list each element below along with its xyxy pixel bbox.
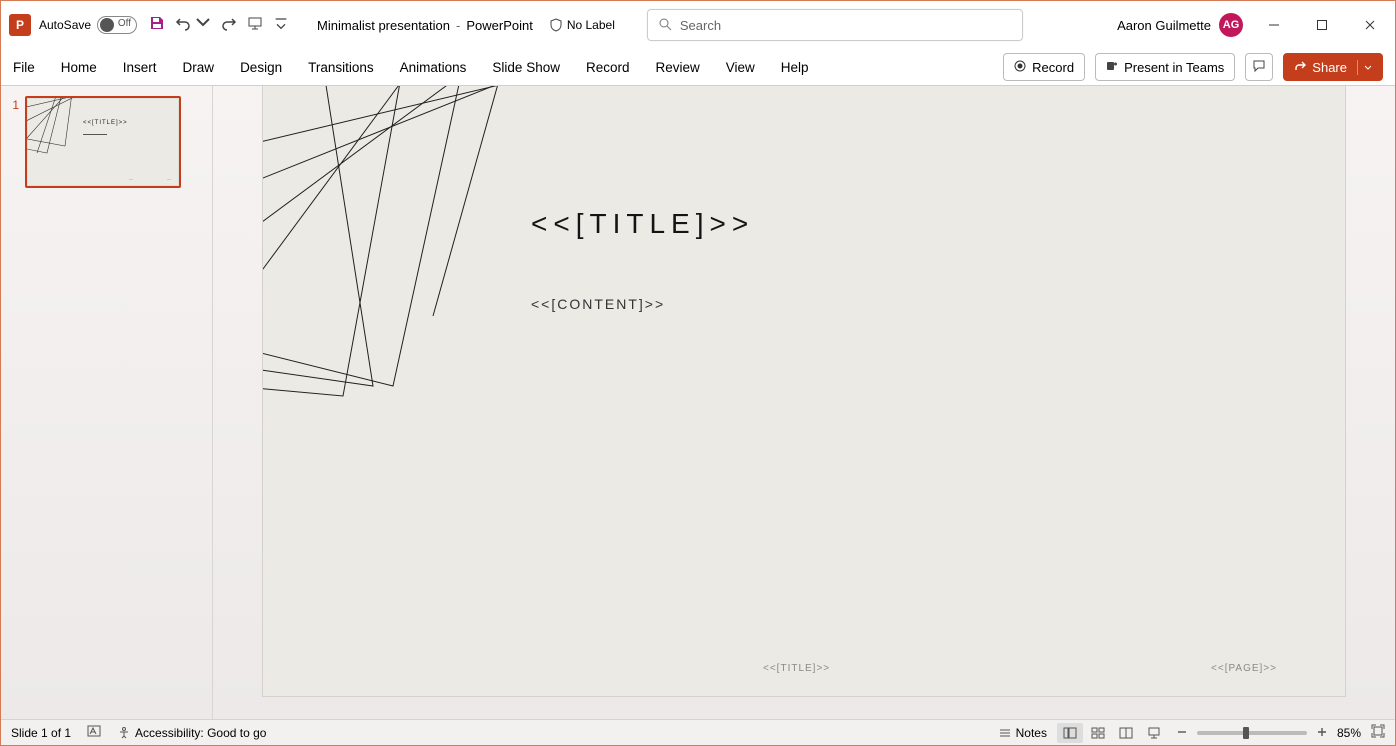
share-caret-icon[interactable] (1357, 60, 1372, 75)
sensitivity-text: No Label (567, 18, 615, 32)
tab-help[interactable]: Help (781, 60, 809, 75)
spellcheck-icon[interactable] (87, 724, 101, 741)
autosave-control[interactable]: AutoSave Off (39, 16, 137, 34)
work-area: 1 <<[TITLE]>> — (1, 85, 1395, 719)
save-icon[interactable] (149, 15, 165, 36)
user-account[interactable]: Aaron Guilmette AG (1117, 13, 1243, 37)
thumb-mini-footer2: — (167, 176, 171, 181)
slide-footer-page: <<[PAGE]>> (1211, 663, 1277, 674)
app-name: PowerPoint (466, 18, 532, 33)
accessibility-text: Accessibility: Good to go (135, 726, 266, 740)
slide-canvas-area[interactable]: <<[TITLE]>> <<[CONTENT]>> <<[TITLE]>> <<… (213, 86, 1395, 719)
search-input[interactable]: Search (647, 9, 1023, 41)
slide-thumbnail-1[interactable]: <<[TITLE]>> — — (25, 96, 181, 188)
present-label: Present in Teams (1124, 60, 1224, 75)
autosave-label: AutoSave (39, 18, 91, 32)
teams-icon (1106, 60, 1118, 75)
slide-canvas[interactable]: <<[TITLE]>> <<[CONTENT]>> <<[TITLE]>> <<… (263, 86, 1345, 696)
shield-icon (549, 18, 563, 32)
slide-footer-title: <<[TITLE]>> (763, 663, 830, 674)
slide-counter[interactable]: Slide 1 of 1 (11, 726, 71, 740)
comments-button[interactable] (1245, 53, 1273, 81)
ribbon-right: Record Present in Teams Share (1003, 53, 1383, 81)
redo-icon[interactable] (221, 15, 237, 36)
titlebar-right: Aaron Guilmette AG (1117, 11, 1387, 39)
accessibility-icon (117, 726, 131, 740)
autosave-state: Off (118, 18, 131, 29)
zoom-percent[interactable]: 85% (1337, 726, 1361, 740)
view-buttons (1057, 723, 1167, 743)
tab-design[interactable]: Design (240, 60, 282, 75)
undo-icon[interactable] (175, 15, 191, 36)
slide-content-placeholder[interactable]: <<[CONTENT]>> (531, 296, 665, 312)
status-bar: Slide 1 of 1 Accessibility: Good to go N… (1, 719, 1395, 745)
title-separator: - (456, 18, 460, 33)
zoom-slider[interactable] (1197, 731, 1307, 735)
thumbnail-number: 1 (7, 96, 19, 188)
user-name: Aaron Guilmette (1117, 18, 1211, 33)
toggle-knob (100, 18, 114, 32)
minimize-button[interactable] (1257, 11, 1291, 39)
tab-record[interactable]: Record (586, 60, 630, 75)
reading-view-button[interactable] (1113, 723, 1139, 743)
thumbnail-row: 1 <<[TITLE]>> — (7, 96, 204, 188)
tab-transitions[interactable]: Transitions (308, 60, 374, 75)
quick-access-toolbar (149, 15, 289, 36)
autosave-toggle[interactable]: Off (97, 16, 137, 34)
thumb-mini-title: <<[TITLE]>> (83, 120, 128, 126)
search-placeholder: Search (680, 18, 721, 33)
fit-to-window-button[interactable] (1371, 724, 1385, 741)
share-icon (1294, 60, 1306, 75)
share-button[interactable]: Share (1283, 53, 1383, 81)
search-icon (658, 17, 672, 34)
decorative-lines (263, 86, 683, 446)
accessibility-status[interactable]: Accessibility: Good to go (117, 726, 266, 740)
tab-insert[interactable]: Insert (123, 60, 157, 75)
slide-thumbnail-panel[interactable]: 1 <<[TITLE]>> — (1, 86, 213, 719)
normal-view-button[interactable] (1057, 723, 1083, 743)
qat-more-icon[interactable] (273, 15, 289, 36)
close-button[interactable] (1353, 11, 1387, 39)
zoom-slider-thumb[interactable] (1243, 727, 1249, 739)
tab-home[interactable]: Home (61, 60, 97, 75)
avatar-initials: AG (1223, 19, 1240, 31)
notes-button[interactable]: Notes (998, 726, 1047, 740)
tab-animations[interactable]: Animations (400, 60, 467, 75)
thumb-mini-line (83, 134, 107, 135)
avatar: AG (1219, 13, 1243, 37)
tab-file[interactable]: File (13, 60, 35, 75)
zoom-in-button[interactable] (1317, 726, 1327, 740)
share-label: Share (1312, 60, 1347, 75)
tab-review[interactable]: Review (656, 60, 700, 75)
ribbon-tabs: File Home Insert Draw Design Transitions… (1, 49, 1395, 85)
app-window: P AutoSave Off (0, 0, 1396, 746)
tab-slideshow[interactable]: Slide Show (492, 60, 560, 75)
sensitivity-label[interactable]: No Label (549, 18, 615, 32)
record-button[interactable]: Record (1003, 53, 1085, 81)
comment-icon (1252, 59, 1266, 76)
doc-name: Minimalist presentation (317, 18, 450, 33)
maximize-button[interactable] (1305, 11, 1339, 39)
present-in-teams-button[interactable]: Present in Teams (1095, 53, 1235, 81)
tab-draw[interactable]: Draw (183, 60, 215, 75)
undo-caret-icon[interactable] (195, 15, 211, 36)
tab-view[interactable]: View (726, 60, 755, 75)
record-label: Record (1032, 60, 1074, 75)
notes-icon (998, 726, 1012, 740)
notes-label: Notes (1016, 726, 1047, 740)
zoom-out-button[interactable] (1177, 726, 1187, 740)
app-icon: P (9, 14, 31, 36)
thumb-mini-footer1: — (129, 176, 133, 181)
title-bar: P AutoSave Off (1, 1, 1395, 49)
slideshow-view-button[interactable] (1141, 723, 1167, 743)
document-title: Minimalist presentation - PowerPoint (317, 18, 533, 33)
record-icon (1014, 60, 1026, 75)
slide-sorter-view-button[interactable] (1085, 723, 1111, 743)
slide-title-placeholder[interactable]: <<[TITLE]>> (531, 208, 754, 240)
status-right: Notes (998, 723, 1385, 743)
present-from-start-icon[interactable] (247, 15, 263, 36)
